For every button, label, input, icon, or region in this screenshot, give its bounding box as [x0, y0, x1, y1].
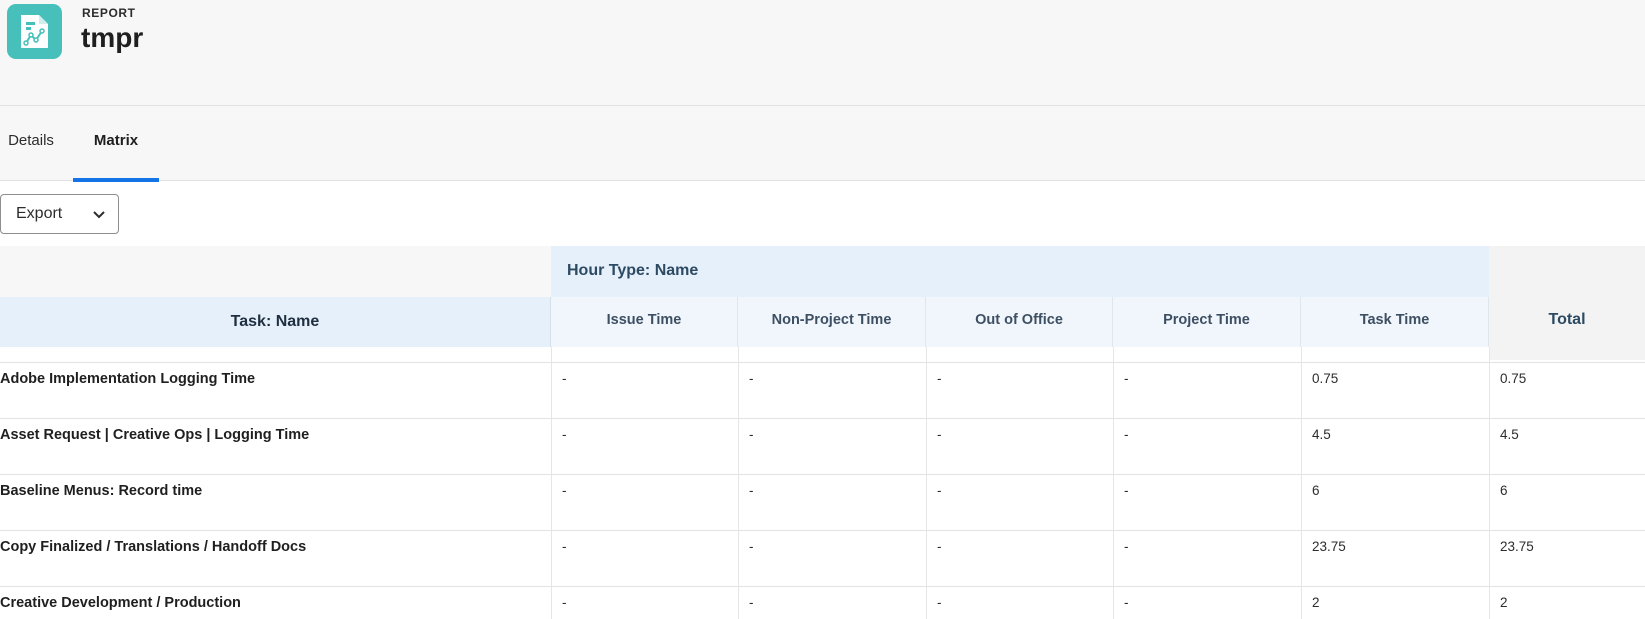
non-project-time-cell: - [749, 371, 754, 386]
total-cell: 6 [1500, 483, 1508, 498]
table-row: Adobe Implementation Logging Time - - - … [0, 362, 1645, 418]
report-header: REPORT tmpr [0, 0, 1645, 106]
project-time-cell: - [1124, 371, 1129, 386]
table-row: Creative Development / Production - - - … [0, 586, 1645, 619]
task-name-cell: Creative Development / Production [0, 595, 241, 611]
issue-time-cell: - [562, 539, 567, 554]
matrix-corner [0, 246, 551, 297]
task-time-cell: 23.75 [1312, 539, 1346, 554]
header-spacer [0, 347, 1489, 360]
out-of-office-cell: - [937, 427, 942, 442]
report-chart-icon [7, 4, 62, 59]
total-cell: 2 [1500, 595, 1508, 610]
issue-time-cell: - [562, 483, 567, 498]
column-header-issue-time[interactable]: Issue Time [551, 297, 738, 347]
page-title: tmpr [81, 22, 144, 53]
total-cell: 4.5 [1500, 427, 1519, 442]
non-project-time-cell: - [749, 427, 754, 442]
table-row: Copy Finalized / Translations / Handoff … [0, 530, 1645, 586]
non-project-time-cell: - [749, 483, 754, 498]
hour-type-group-header: Hour Type: Name [551, 246, 1489, 297]
column-header-non-project-time[interactable]: Non-Project Time [738, 297, 926, 347]
matrix-table: Hour Type: Name Task: Name Issue Time No… [0, 246, 1645, 619]
project-time-cell: - [1124, 427, 1129, 442]
table-row: Asset Request | Creative Ops | Logging T… [0, 418, 1645, 474]
issue-time-cell: - [562, 427, 567, 442]
non-project-time-cell: - [749, 595, 754, 610]
task-time-cell: 0.75 [1312, 371, 1339, 386]
tab-details[interactable]: Details [0, 106, 62, 181]
column-header-out-of-office[interactable]: Out of Office [926, 297, 1113, 347]
report-eyebrow: REPORT [82, 6, 136, 20]
task-name-cell: Baseline Menus: Record time [0, 483, 203, 499]
task-time-cell: 6 [1312, 483, 1320, 498]
out-of-office-cell: - [937, 483, 942, 498]
project-time-cell: - [1124, 539, 1129, 554]
task-name-header[interactable]: Task: Name [0, 297, 551, 347]
task-time-cell: 2 [1312, 595, 1320, 610]
tab-bar: Details Matrix [0, 106, 1645, 182]
total-cell: 23.75 [1500, 539, 1534, 554]
chevron-down-icon [92, 208, 106, 226]
export-label: Export [16, 205, 63, 222]
task-name-cell: Copy Finalized / Translations / Handoff … [0, 539, 307, 555]
total-header[interactable]: Total [1489, 246, 1645, 360]
out-of-office-cell: - [937, 371, 942, 386]
tab-matrix[interactable]: Matrix [73, 106, 159, 182]
task-time-cell: 4.5 [1312, 427, 1331, 442]
project-time-cell: - [1124, 483, 1129, 498]
export-dropdown-button[interactable]: Export [0, 194, 119, 234]
project-time-cell: - [1124, 595, 1129, 610]
issue-time-cell: - [562, 595, 567, 610]
total-cell: 0.75 [1500, 371, 1527, 386]
non-project-time-cell: - [749, 539, 754, 554]
column-header-project-time[interactable]: Project Time [1113, 297, 1301, 347]
issue-time-cell: - [562, 371, 567, 386]
out-of-office-cell: - [937, 595, 942, 610]
out-of-office-cell: - [937, 539, 942, 554]
column-header-task-time[interactable]: Task Time [1301, 297, 1489, 347]
task-name-cell: Asset Request | Creative Ops | Logging T… [0, 427, 310, 443]
task-name-cell: Adobe Implementation Logging Time [0, 371, 256, 387]
table-row: Baseline Menus: Record time - - - - 6 6 [0, 474, 1645, 530]
